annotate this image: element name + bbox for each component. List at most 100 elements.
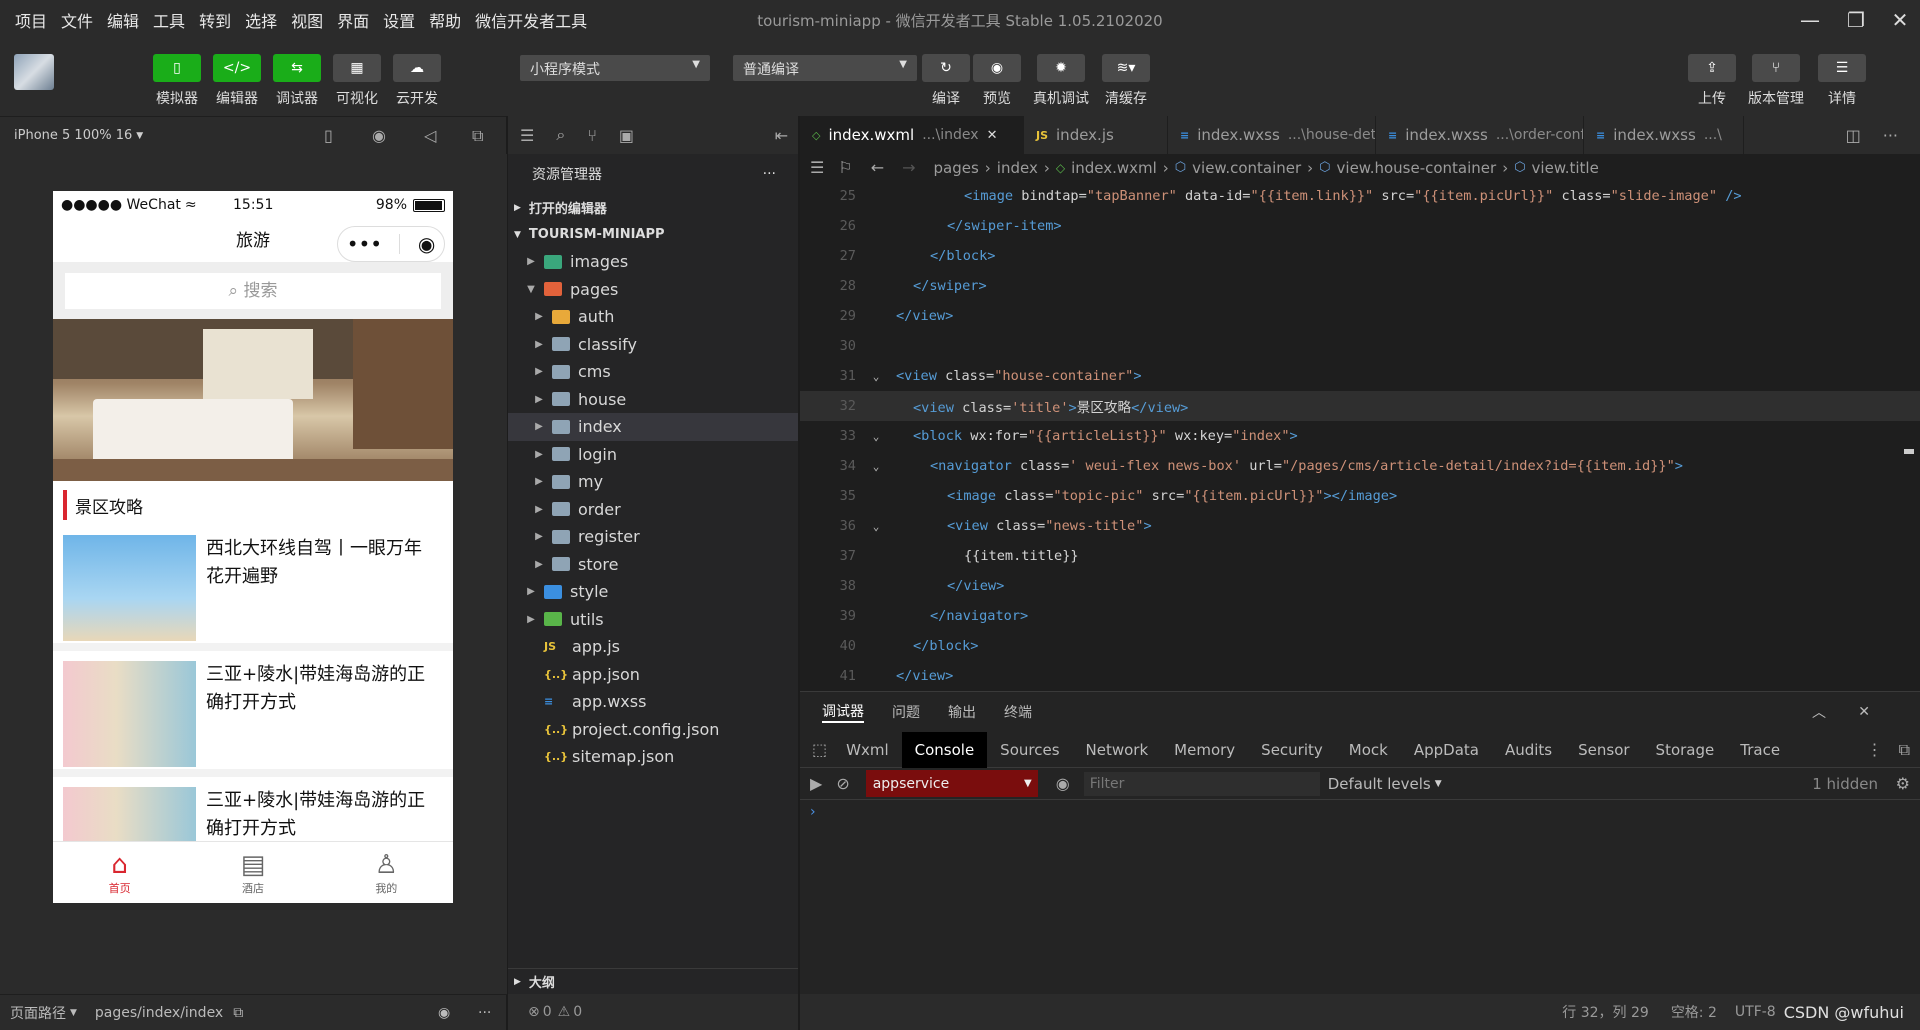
tree-item[interactable]: ▶ utils <box>508 606 798 634</box>
fold-icon[interactable]: ⌄ <box>856 430 896 443</box>
code-editor[interactable]: 25 <image bindtap="tapBanner" data-id="{{… <box>800 181 1920 691</box>
context-select[interactable]: appservice ▼ <box>865 770 1038 797</box>
simulator-button[interactable]: ▯ 模拟器 <box>147 54 207 108</box>
tree-item[interactable]: ▶ house <box>508 386 798 414</box>
editor-tab[interactable]: ≡ index.wxss ...\ <box>1584 116 1744 154</box>
devtools-tab-trace[interactable]: Trace <box>1727 732 1793 768</box>
more-icon[interactable]: ••• <box>347 222 382 266</box>
console-prompt[interactable]: › <box>800 800 1920 824</box>
devtools-tab-memory[interactable]: Memory <box>1161 732 1248 768</box>
devtools-tab-security[interactable]: Security <box>1248 732 1336 768</box>
minimize-icon[interactable]: — <box>1790 6 1830 34</box>
tab-hotel[interactable]: ▤ 酒店 <box>213 850 293 896</box>
tree-item[interactable]: ▶ style <box>508 578 798 606</box>
editor-tab[interactable]: JS index.js <box>1024 116 1168 154</box>
code-line[interactable]: 31 ⌄ <view class="house-container"> <box>800 361 1920 391</box>
code-line[interactable]: 38 </view> <box>800 571 1920 601</box>
window-icon[interactable]: ⧉ <box>472 126 483 146</box>
avatar[interactable] <box>14 54 54 90</box>
preview-button[interactable]: ◉ 预览 <box>967 54 1027 108</box>
tree-item[interactable]: ▼ pages <box>508 276 798 304</box>
devtools-tab-appdata[interactable]: AppData <box>1401 732 1492 768</box>
chevron-up-icon[interactable]: ︿ <box>1812 702 1826 722</box>
breadcrumb-item[interactable]: view.house-container <box>1337 159 1497 177</box>
filter-input[interactable]: Filter <box>1083 771 1320 796</box>
tree-item[interactable]: ≡ app.wxss <box>508 688 798 716</box>
menu-capsule[interactable]: ••• ◉ <box>337 226 445 262</box>
eye-icon[interactable]: ◉ <box>1056 774 1070 793</box>
close-icon[interactable]: ✕ <box>1858 704 1870 720</box>
tree-item[interactable]: {..} app.json <box>508 661 798 689</box>
open-editors-section[interactable]: ▶ 打开的编辑器 <box>508 194 798 221</box>
editor-tab[interactable]: ≡ index.wxss ...\order-confirm <box>1376 116 1584 154</box>
list-icon[interactable]: ☰ <box>810 158 824 177</box>
forward-icon[interactable]: → <box>902 158 915 177</box>
menu-item[interactable]: 设置 <box>376 8 422 32</box>
editor-button[interactable]: </> 编辑器 <box>207 54 267 108</box>
fold-icon[interactable]: ⌄ <box>856 520 896 533</box>
project-section[interactable]: ▼ TOURISM-MINIAPP <box>508 221 798 248</box>
upload-button[interactable]: ⇪ 上传 <box>1682 54 1742 108</box>
tree-item[interactable]: ▶ images <box>508 248 798 276</box>
device-select[interactable]: iPhone 5 100% 16 <box>14 128 132 143</box>
code-line[interactable]: 26 </swiper-item> <box>800 211 1920 241</box>
fold-icon[interactable]: ⌄ <box>856 370 896 383</box>
extensions-icon[interactable]: ▣ <box>619 126 634 145</box>
banner-image[interactable] <box>53 319 453 481</box>
search-input[interactable]: ⌕ 搜索 <box>65 273 441 309</box>
cursor-position[interactable]: 行 32，列 29 <box>1562 1002 1649 1022</box>
devtools-tab-sources[interactable]: Sources <box>987 732 1072 768</box>
more-icon[interactable]: ⋮ <box>1867 740 1883 760</box>
devtools-tab-mock[interactable]: Mock <box>1336 732 1401 768</box>
code-line[interactable]: 41 </view> <box>800 661 1920 691</box>
split-editor-icon[interactable]: ◫ <box>1846 126 1861 145</box>
tree-item[interactable]: ▶ store <box>508 551 798 579</box>
code-line[interactable]: 34 ⌄ <navigator class=' weui-flex news-box… <box>800 451 1920 481</box>
devtools-tab-sensor[interactable]: Sensor <box>1565 732 1642 768</box>
sidebar-icon[interactable]: ▶ <box>810 774 822 793</box>
code-line[interactable]: 35 <image class="topic-pic" src="{{item.p… <box>800 481 1920 511</box>
gear-icon[interactable]: ⚙ <box>1896 774 1910 793</box>
news-item[interactable]: 西北大环线自驾丨一眼万年 花开遍野 <box>53 525 453 651</box>
branch-icon[interactable]: ⑂ <box>587 126 597 145</box>
editor-tab[interactable]: ≡ index.wxss ...\house-detail <box>1168 116 1376 154</box>
code-line[interactable]: 39 </navigator> <box>800 601 1920 631</box>
tree-item[interactable]: ▶ login <box>508 441 798 469</box>
tree-item[interactable]: ▶ index <box>508 413 798 441</box>
tab-terminal[interactable]: 终端 <box>1004 702 1032 722</box>
error-icon[interactable]: ⊗ <box>528 1004 540 1020</box>
device-debug-button[interactable]: ✹ 真机调试 <box>1031 54 1091 108</box>
menu-item[interactable]: 界面 <box>330 8 376 32</box>
news-item[interactable]: 三亚+陵水|带娃海岛游的正确打开方式 <box>53 651 453 777</box>
more-icon[interactable]: ··· <box>1883 126 1898 145</box>
tree-item[interactable]: ▶ order <box>508 496 798 524</box>
mode-select[interactable]: 小程序模式 ▼ <box>520 55 710 81</box>
encoding[interactable]: UTF-8 <box>1735 1004 1776 1020</box>
eye-icon[interactable]: ◉ <box>438 1005 450 1021</box>
breadcrumb-item[interactable]: index.wxml <box>1071 159 1157 177</box>
code-line[interactable]: 36 ⌄ <view class="news-title"> <box>800 511 1920 541</box>
editor-tab[interactable]: ◇ index.wxml ...\index ✕ <box>800 116 1024 154</box>
search-icon[interactable]: ⌕ <box>556 125 565 145</box>
menu-item[interactable]: 帮助 <box>422 8 468 32</box>
code-line[interactable]: 33 ⌄ <block wx:for="{{articleList}}" wx:ke… <box>800 421 1920 451</box>
devtools-tab-network[interactable]: Network <box>1073 732 1162 768</box>
tab-debugger[interactable]: 调试器 <box>822 701 864 723</box>
devtools-tab-audits[interactable]: Audits <box>1492 732 1565 768</box>
dock-icon[interactable]: ⧉ <box>1899 740 1910 760</box>
clear-icon[interactable]: ⊘ <box>836 774 849 793</box>
tree-item[interactable]: ▶ register <box>508 523 798 551</box>
maximize-icon[interactable]: ❐ <box>1836 6 1876 34</box>
menu-item[interactable]: 编辑 <box>100 8 146 32</box>
code-line[interactable]: 28 </swiper> <box>800 271 1920 301</box>
files-icon[interactable]: ☰ <box>520 126 534 145</box>
inspect-icon[interactable]: ⬚ <box>812 740 827 759</box>
tree-item[interactable]: ▶ classify <box>508 331 798 359</box>
more-icon[interactable]: ··· <box>763 166 776 182</box>
close-icon[interactable]: ✕ <box>1880 6 1920 34</box>
menu-item[interactable]: 工具 <box>146 8 192 32</box>
code-line[interactable]: 37 {{item.title}} <box>800 541 1920 571</box>
outline-section[interactable]: ▶ 大纲 <box>508 968 798 994</box>
cloud-button[interactable]: ☁ 云开发 <box>387 54 447 108</box>
code-line[interactable]: 32 <view class='title'>景区攻略</view> <box>800 391 1920 421</box>
